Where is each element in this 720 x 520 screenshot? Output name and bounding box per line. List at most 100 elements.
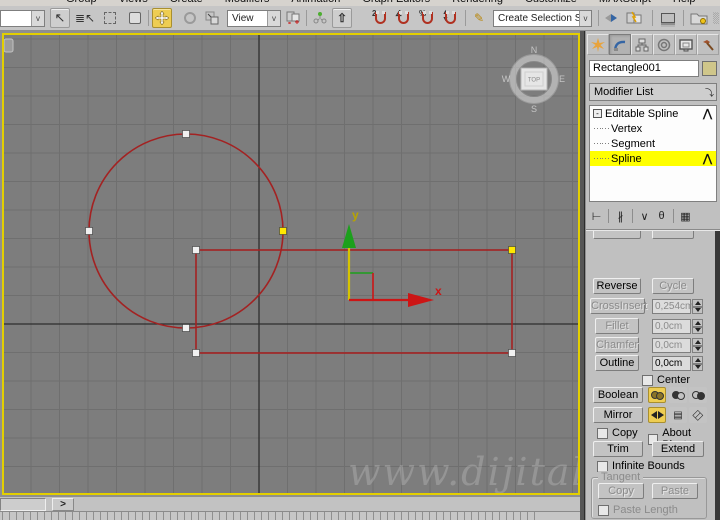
configure-modifier-sets-icon[interactable]: ▦ bbox=[677, 210, 694, 223]
use-pivot-point-center-button[interactable] bbox=[283, 8, 303, 28]
spline-vertex-regular[interactable] bbox=[508, 349, 516, 357]
tab-utilities[interactable] bbox=[697, 34, 719, 55]
crossinsert-spinner[interactable] bbox=[692, 299, 703, 314]
menu-item-views[interactable]: Views bbox=[119, 0, 148, 5]
clipped-toolbar-button[interactable]: ░ bbox=[712, 8, 720, 28]
align-button[interactable] bbox=[622, 8, 646, 28]
tab-modify[interactable] bbox=[609, 34, 631, 55]
menu-item-rendering[interactable]: Rendering bbox=[452, 0, 503, 5]
spline-vertex-regular[interactable] bbox=[85, 227, 93, 235]
mirror-button-rollout[interactable]: Mirror bbox=[593, 407, 643, 423]
show-end-result-icon[interactable]: ∦ bbox=[612, 210, 629, 223]
menu-item-help[interactable]: Help bbox=[673, 0, 696, 5]
mirror-horizontal-icon-button[interactable] bbox=[648, 407, 666, 423]
menu-item-animation[interactable]: Animation bbox=[291, 0, 340, 5]
select-and-scale-button[interactable] bbox=[202, 8, 222, 28]
extend-button[interactable]: Extend bbox=[652, 441, 704, 457]
scene-explorer-button[interactable] bbox=[687, 8, 711, 28]
crossinsert-value-field[interactable]: 0,254cm bbox=[652, 299, 693, 314]
reverse-button[interactable]: Reverse bbox=[593, 278, 641, 294]
outline-value-field[interactable]: 0,0cm bbox=[652, 356, 691, 371]
stack-expander[interactable]: - bbox=[593, 109, 602, 118]
stack-item-spline[interactable]: ⋯⋯ Spline ⋀ bbox=[590, 151, 716, 166]
spline-vertex-regular[interactable] bbox=[182, 130, 190, 138]
track-bar[interactable] bbox=[0, 511, 580, 520]
spline-vertex-regular[interactable] bbox=[192, 349, 200, 357]
mirror-vertical-icon-button[interactable]: ▤ bbox=[669, 407, 687, 423]
crossinsert-button[interactable]: CrossInsert bbox=[590, 298, 647, 314]
percent-snap-toggle[interactable]: % bbox=[417, 8, 437, 28]
menu-item-maxscript[interactable]: MAXScript bbox=[599, 0, 651, 5]
listener-prompt-button[interactable]: > bbox=[52, 498, 74, 511]
panel-scrollbar[interactable] bbox=[715, 231, 720, 520]
menu-item-customize[interactable]: Customize bbox=[525, 0, 577, 5]
menu-item-create[interactable]: Create bbox=[170, 0, 203, 5]
tab-motion[interactable] bbox=[653, 34, 675, 55]
remove-modifier-icon[interactable]: θ bbox=[653, 210, 670, 222]
paste-length-checkbox[interactable]: Paste Length bbox=[598, 504, 678, 516]
chamfer-button[interactable]: Chamfer bbox=[595, 337, 639, 353]
pivot-center-icon bbox=[286, 11, 300, 24]
manage-layers-button[interactable] bbox=[656, 8, 680, 28]
tangent-paste-button[interactable]: Paste bbox=[652, 483, 698, 499]
chamfer-spinner[interactable] bbox=[692, 338, 703, 353]
boolean-subtraction-icon-button[interactable] bbox=[669, 387, 687, 403]
rectangular-selection-region-button[interactable] bbox=[100, 8, 120, 28]
menu-item-group[interactable]: Group bbox=[66, 0, 97, 5]
make-unique-icon[interactable]: ∨ bbox=[636, 210, 653, 223]
copy-checkbox[interactable]: Copy bbox=[597, 427, 638, 439]
top-viewport[interactable]: www.dijitaldev y x TOP N E S W bbox=[2, 33, 580, 495]
selection-filter-dropdown[interactable]: v bbox=[0, 10, 45, 27]
fillet-spinner[interactable] bbox=[692, 319, 703, 334]
object-color-swatch[interactable] bbox=[702, 61, 717, 76]
fillet-button[interactable]: Fillet bbox=[595, 318, 639, 334]
pin-stack-icon[interactable]: ⊢ bbox=[588, 210, 605, 223]
chamfer-value-field[interactable]: 0,0cm bbox=[652, 338, 691, 353]
spline-vertex-regular[interactable] bbox=[192, 246, 200, 254]
cycle-button[interactable]: Cycle bbox=[652, 278, 694, 294]
cutoff-button-left[interactable] bbox=[593, 231, 641, 239]
tab-create[interactable] bbox=[587, 34, 609, 55]
spline-vertex-regular[interactable] bbox=[182, 324, 190, 332]
edit-named-selection-sets-button[interactable]: ✎ bbox=[469, 8, 489, 28]
viewport-canvas[interactable]: www.dijitaldev y x TOP N E S W bbox=[4, 35, 578, 493]
stack-item-segment[interactable]: ⋯⋯ Segment bbox=[590, 136, 716, 151]
spline-vertex-first[interactable] bbox=[279, 227, 287, 235]
maxscript-mini-listener[interactable] bbox=[0, 498, 46, 511]
trim-button[interactable]: Trim bbox=[593, 441, 643, 457]
tangent-copy-button[interactable]: Copy bbox=[598, 483, 644, 499]
cutoff-button-right[interactable] bbox=[652, 231, 694, 239]
menu-item-modifiers[interactable]: Modifiers bbox=[225, 0, 270, 5]
mirror-both-icon-button[interactable]: ◫ bbox=[689, 407, 707, 423]
angle-snap-toggle[interactable]: ∠ bbox=[393, 8, 413, 28]
stack-item-vertex[interactable]: ⋯⋯ Vertex bbox=[590, 121, 716, 136]
select-object-button[interactable]: ↖ bbox=[50, 8, 70, 28]
tab-hierarchy[interactable] bbox=[631, 34, 653, 55]
outline-spinner[interactable] bbox=[692, 356, 703, 371]
object-name-field[interactable]: Rectangle001 bbox=[589, 60, 699, 77]
reference-coordinate-system-dropdown[interactable]: View v bbox=[227, 10, 281, 27]
keyboard-shortcut-override-toggle[interactable]: ⇧ bbox=[332, 8, 352, 28]
tab-display[interactable] bbox=[675, 34, 697, 55]
menu-item-graph-editors[interactable]: Graph Editors bbox=[362, 0, 430, 5]
select-by-name-button[interactable]: ≣↖ bbox=[75, 8, 95, 28]
center-checkbox[interactable]: Center bbox=[642, 374, 690, 386]
select-and-move-button[interactable] bbox=[152, 8, 172, 28]
mirror-button[interactable] bbox=[602, 8, 620, 28]
select-and-manipulate-button[interactable] bbox=[310, 8, 330, 28]
spline-vertex-first[interactable] bbox=[508, 246, 516, 254]
outline-button[interactable]: Outline bbox=[595, 355, 639, 371]
spinner-snap-toggle[interactable]: ▲▼ bbox=[440, 8, 460, 28]
viewport-corner-tab[interactable] bbox=[4, 38, 14, 53]
named-selection-set-dropdown[interactable]: Create Selection Se v bbox=[493, 10, 592, 27]
window-crossing-toggle[interactable] bbox=[125, 8, 145, 28]
stack-item-editable-spline[interactable]: - Editable Spline ⋀ bbox=[590, 106, 716, 121]
boolean-union-icon-button[interactable] bbox=[648, 387, 666, 403]
panel-splitter[interactable] bbox=[580, 31, 585, 520]
select-and-rotate-button[interactable] bbox=[180, 8, 200, 28]
fillet-value-field[interactable]: 0,0cm bbox=[652, 319, 691, 334]
snaps-toggle-button[interactable]: 2 bbox=[370, 8, 390, 28]
modifier-list-dropdown[interactable]: Modifier List ⤵ bbox=[589, 83, 717, 101]
boolean-button[interactable]: Boolean bbox=[593, 387, 643, 403]
boolean-intersection-icon-button[interactable] bbox=[689, 387, 707, 403]
